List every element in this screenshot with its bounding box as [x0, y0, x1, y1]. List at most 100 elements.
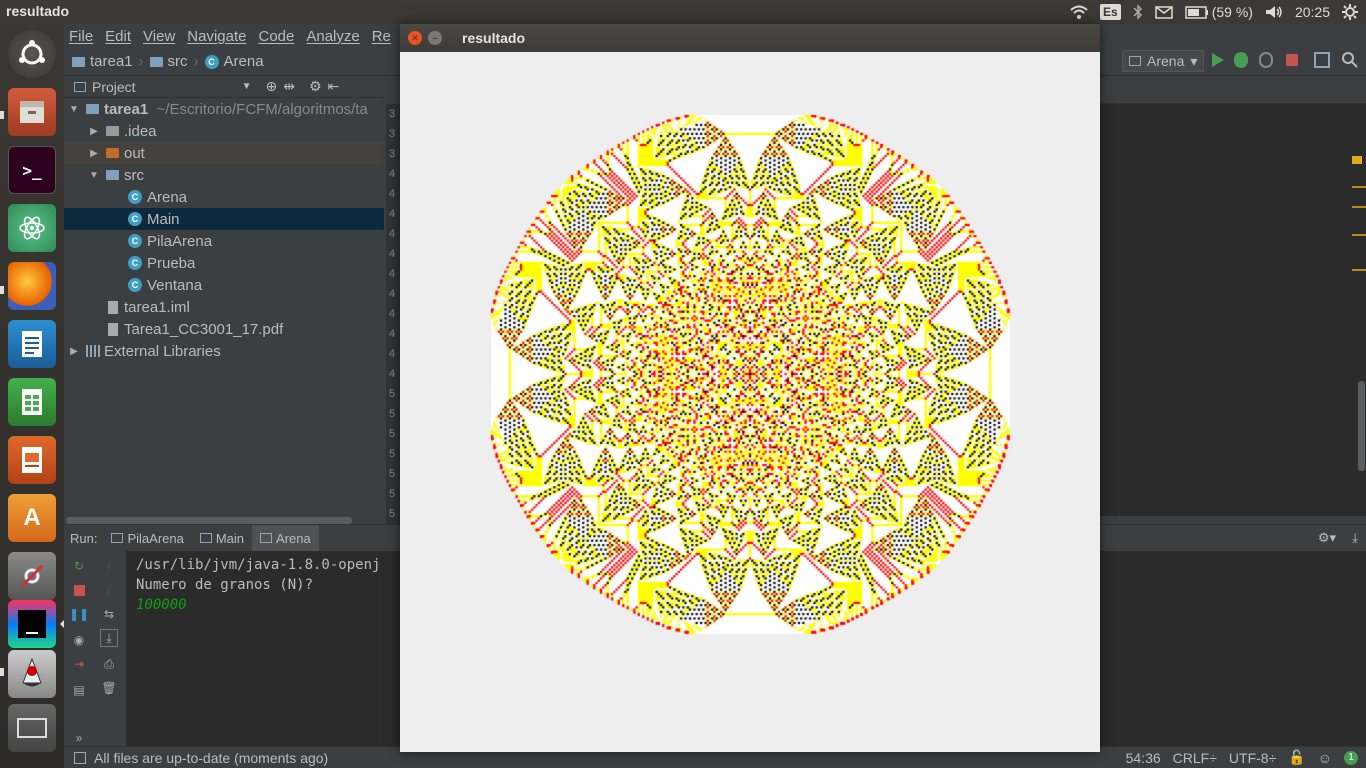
intellij-icon[interactable]: [8, 600, 56, 648]
tree-item-iml[interactable]: tarea1.iml: [64, 296, 384, 318]
battery-indicator[interactable]: (59 %): [1184, 0, 1253, 24]
writer-icon[interactable]: [8, 320, 56, 368]
tree-item-tarea1[interactable]: ▼ tarea1 ~/Escritorio/FCFM/algoritmos/ta: [64, 98, 384, 120]
coverage-icon[interactable]: [1259, 52, 1273, 68]
pause-icon[interactable]: ❚❚: [69, 605, 89, 623]
menu-navigate[interactable]: Navigate: [187, 28, 246, 45]
file-encoding[interactable]: UTF-8÷: [1229, 750, 1276, 766]
sandpile-canvas-area[interactable]: [400, 52, 1100, 752]
lock-icon[interactable]: 🔓: [1288, 749, 1305, 766]
tab-arena[interactable]: Arena: [252, 525, 319, 551]
tree-item-idea[interactable]: ▶ .idea: [64, 120, 384, 142]
firefox-icon[interactable]: [8, 262, 56, 310]
vertical-scrollbar[interactable]: [1358, 381, 1365, 471]
chevron-down-icon[interactable]: ▼: [88, 170, 100, 181]
impress-icon[interactable]: [8, 436, 56, 484]
chevron-right-icon[interactable]: ▶: [88, 126, 100, 137]
close-icon[interactable]: ✕: [408, 31, 422, 45]
scroll-end-icon[interactable]: ⤓: [100, 629, 118, 647]
tab-pilaarena[interactable]: PilaArena: [103, 525, 191, 551]
chevron-right-icon[interactable]: ▶: [88, 148, 100, 159]
crumb-arena[interactable]: C Arena: [204, 53, 264, 70]
up-arrow-icon[interactable]: ↑: [100, 557, 118, 575]
menu-file[interactable]: File: [69, 28, 93, 45]
target-icon[interactable]: ⊕: [265, 78, 277, 95]
search-icon[interactable]: [1342, 52, 1358, 68]
result-window-titlebar[interactable]: ✕ – resultado: [400, 24, 1100, 52]
soft-wrap-icon[interactable]: ⇆: [100, 605, 118, 623]
inspector-icon[interactable]: ☺: [1318, 750, 1332, 766]
tree-item-main[interactable]: C Main: [64, 208, 384, 230]
run-configuration-select[interactable]: Arena ▾: [1122, 50, 1205, 72]
menu-code[interactable]: Code: [258, 28, 294, 45]
bluetooth-icon[interactable]: [1133, 0, 1143, 24]
clock[interactable]: 20:25: [1295, 0, 1330, 24]
minimize-icon[interactable]: –: [428, 31, 442, 45]
trash-icon[interactable]: 🗑: [100, 679, 118, 697]
project-structure-icon[interactable]: [1314, 52, 1330, 68]
tab-main[interactable]: Main: [192, 525, 252, 551]
horizontal-scrollbar[interactable]: [66, 517, 352, 524]
menu-edit[interactable]: Edit: [105, 28, 131, 45]
menu-refactor[interactable]: Re: [372, 28, 391, 45]
print-icon[interactable]: ⎙: [100, 655, 118, 673]
project-panel-title[interactable]: Project: [92, 79, 136, 95]
tree-item-pilaarena[interactable]: C PilaArena: [64, 230, 384, 252]
tree-item-arena[interactable]: C Arena: [64, 186, 384, 208]
gutter-line-number: 5: [389, 428, 396, 440]
exit-icon[interactable]: ⇥: [70, 655, 88, 673]
gutter-line-number: 4: [389, 348, 396, 360]
line-separator[interactable]: CRLF÷: [1173, 750, 1217, 766]
menu-view[interactable]: View: [143, 28, 175, 45]
tree-item-prueba[interactable]: C Prueba: [64, 252, 384, 274]
software-center-icon[interactable]: A: [8, 494, 56, 542]
camera-icon[interactable]: ◉: [70, 631, 88, 649]
keyboard-layout-indicator[interactable]: Es: [1100, 0, 1121, 24]
gutter-line-number: 4: [389, 248, 396, 260]
gutter-line-number: 4: [389, 328, 396, 340]
crumb-project[interactable]: tarea1: [72, 53, 133, 70]
hide-icon[interactable]: ⇤: [328, 78, 340, 95]
down-arrow-icon[interactable]: ↓: [100, 581, 118, 599]
chevron-down-icon[interactable]: ▼: [68, 104, 80, 115]
volume-icon[interactable]: [1265, 0, 1283, 24]
tree-item-external-libraries[interactable]: ▶ External Libraries: [64, 340, 384, 362]
wifi-icon[interactable]: [1070, 0, 1088, 24]
settings-icon[interactable]: [8, 552, 56, 600]
atom-icon[interactable]: [8, 204, 56, 252]
gear-icon[interactable]: [1342, 0, 1358, 24]
tree-item-out[interactable]: ▶ out: [64, 142, 384, 164]
java-icon[interactable]: [8, 650, 56, 698]
console-output[interactable]: /usr/lib/jvm/java-1.8.0-openj Numero de …: [136, 555, 380, 615]
gutter-line-number: 4: [389, 208, 396, 220]
caret-position[interactable]: 54:36: [1126, 750, 1161, 766]
crumb-src[interactable]: src: [149, 53, 188, 70]
stop-button[interactable]: [1286, 54, 1298, 66]
chevron-down-icon[interactable]: ▼: [242, 81, 252, 92]
tree-item-pdf[interactable]: Tarea1_CC3001_17.pdf: [64, 318, 384, 340]
layout-icon[interactable]: ▤: [70, 681, 88, 699]
rerun-icon[interactable]: ↻: [70, 557, 88, 575]
menu-analyze[interactable]: Analyze: [306, 28, 359, 45]
gear-icon[interactable]: ⚙▾: [1318, 530, 1336, 546]
stop-icon[interactable]: [70, 581, 88, 599]
notification-icon[interactable]: 1: [1344, 750, 1358, 765]
status-window-icon[interactable]: [74, 751, 86, 764]
folder-icon: [106, 170, 119, 180]
mail-icon[interactable]: [1154, 0, 1173, 24]
collapse-icon[interactable]: ⇹: [283, 78, 295, 95]
calc-icon[interactable]: [8, 378, 56, 426]
ubuntu-dash-icon[interactable]: [8, 30, 56, 78]
debug-icon[interactable]: [1234, 52, 1248, 68]
gutter-line-number: 5: [389, 468, 396, 480]
workspace-icon[interactable]: [8, 704, 56, 752]
tree-item-src[interactable]: ▼ src: [64, 164, 384, 186]
chevron-right-icon[interactable]: ▶: [68, 346, 80, 357]
run-button[interactable]: [1212, 53, 1224, 67]
more-icon[interactable]: »: [70, 729, 88, 747]
hide-panel-icon[interactable]: ⤓: [1352, 530, 1358, 546]
tree-item-ventana[interactable]: C Ventana: [64, 274, 384, 296]
file-manager-icon[interactable]: [8, 88, 56, 136]
gear-icon[interactable]: ⚙: [309, 78, 322, 95]
terminal-icon[interactable]: >_: [8, 146, 56, 194]
